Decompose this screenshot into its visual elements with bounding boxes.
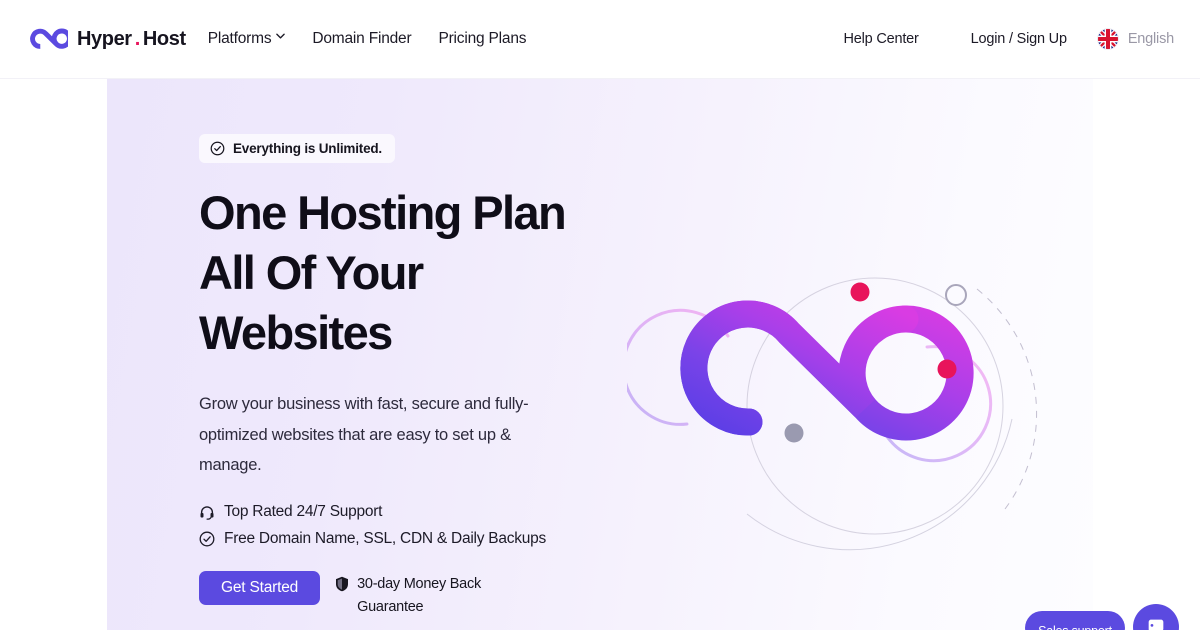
nav-item-label: Pricing Plans (438, 30, 527, 47)
money-back-guarantee: 30-day Money Back Guarantee (335, 571, 510, 619)
accent-dot (937, 359, 957, 379)
hero-feature-item: Free Domain Name, SSL, CDN & Daily Backu… (199, 530, 599, 548)
main-navigation: Platforms Domain Finder Pricing Plans (208, 30, 527, 48)
hero-badge-label: Everything is Unlimited. (233, 141, 382, 156)
hero-title-line: One Hosting Plan (199, 186, 567, 239)
hero-panel: Everything is Unlimited. One Hosting Pla… (107, 79, 1093, 630)
hero-feature-label: Free Domain Name, SSL, CDN & Daily Backu… (224, 529, 547, 547)
chat-bubble-icon (1145, 616, 1167, 630)
brand-name-second: Host (142, 27, 186, 50)
brand-separator-dot: . (134, 27, 141, 50)
money-back-guarantee-label: 30-day Money Back Guarantee (357, 575, 481, 615)
nav-item-label: Platforms (207, 30, 272, 47)
get-started-button[interactable]: Get Started (199, 570, 321, 605)
hero-title-line: Websites (199, 306, 393, 359)
header-left-group: Hyper . Host Platforms Domain Finder Pri… (0, 26, 527, 52)
hero-feature-item: Top Rated 24/7 Support (199, 503, 599, 521)
nav-item-pricing-plans[interactable]: Pricing Plans (438, 30, 526, 48)
chat-bubble-button[interactable] (1133, 604, 1179, 630)
nav-item-platforms[interactable]: Platforms (208, 30, 286, 48)
hero-feature-list: Top Rated 24/7 Support Free Domain Name,… (199, 503, 599, 548)
header-right-group: Help Center Login / Sign Up English (844, 28, 1200, 50)
check-circle-icon (210, 141, 225, 156)
nav-item-domain-finder[interactable]: Domain Finder (312, 30, 411, 48)
shield-icon (335, 573, 349, 591)
language-label: English (1127, 31, 1174, 47)
nav-item-label: Domain Finder (312, 30, 412, 47)
muted-dot (784, 423, 804, 443)
sales-support-button[interactable]: Sales support (1025, 611, 1125, 630)
infinity-cloud-logo-icon (28, 26, 72, 52)
brand-name-first: Hyper (77, 27, 132, 50)
hero-feature-label: Top Rated 24/7 Support (224, 502, 383, 520)
headset-icon (199, 504, 215, 520)
hero-badge: Everything is Unlimited. (199, 134, 395, 163)
hero-subtitle: Grow your business with fast, secure and… (199, 395, 529, 474)
login-signup-link[interactable]: Login / Sign Up (971, 31, 1067, 47)
site-header: Hyper . Host Platforms Domain Finder Pri… (0, 0, 1200, 79)
uk-flag-icon (1096, 28, 1119, 50)
chevron-down-icon (276, 33, 286, 42)
infinity-cloud-illustration (627, 224, 1057, 614)
accent-dot (850, 282, 870, 302)
hollow-dot (945, 284, 967, 306)
hero-title: One Hosting Plan All Of Your Websites (199, 183, 599, 363)
language-selector[interactable]: English (1096, 28, 1174, 50)
hero-title-line: All Of Your (199, 246, 424, 299)
hero-copy: Everything is Unlimited. One Hosting Pla… (199, 134, 599, 619)
brand-name: Hyper . Host (77, 28, 186, 51)
help-center-link[interactable]: Help Center (844, 31, 919, 47)
brand-logo[interactable]: Hyper . Host (28, 26, 186, 52)
hero-cta-row: Get Started 30-day Money Back Guarantee (199, 570, 599, 619)
check-circle-icon (199, 531, 215, 547)
